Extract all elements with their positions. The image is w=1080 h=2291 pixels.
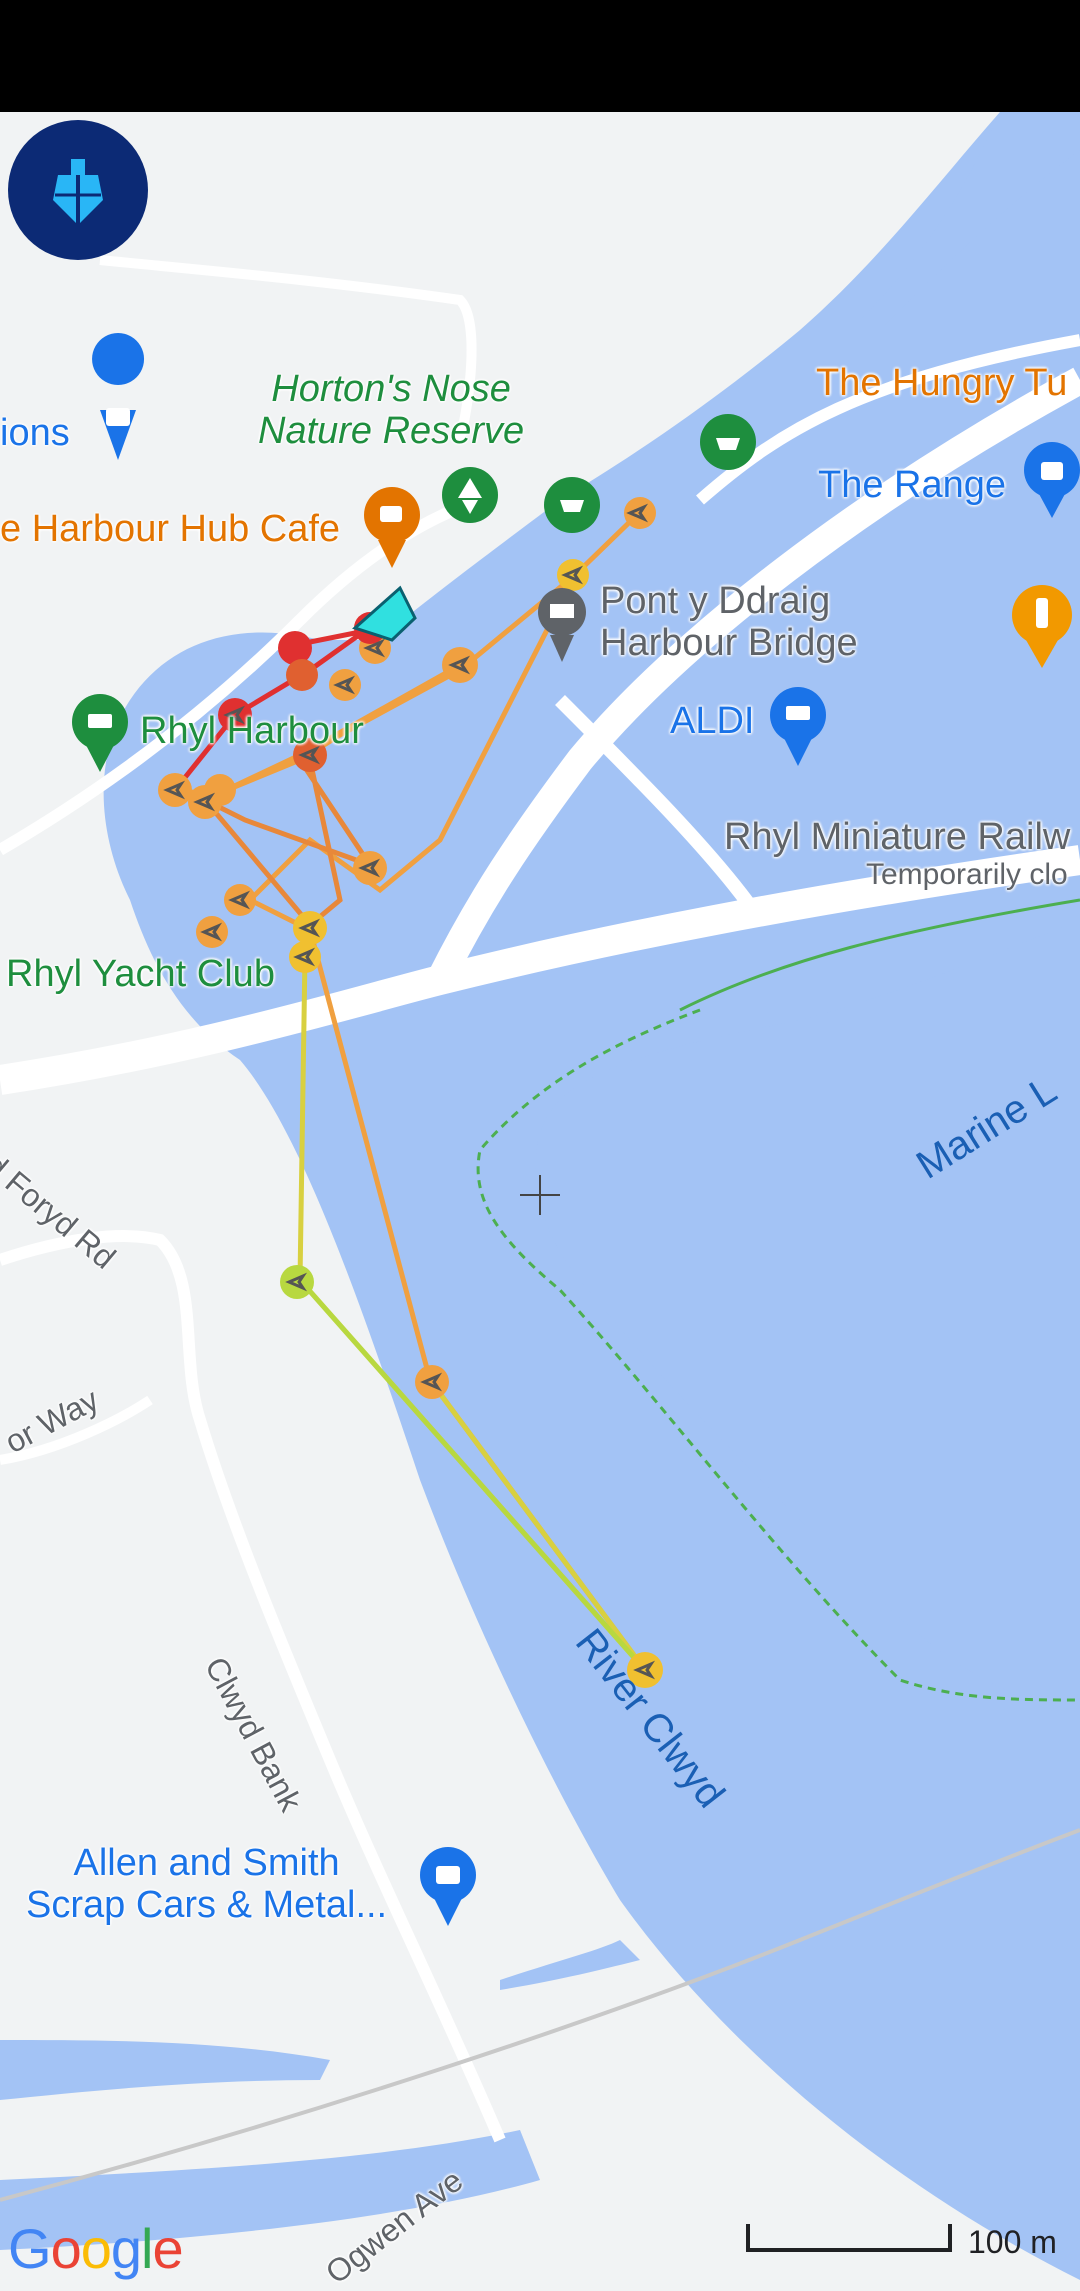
status-bar bbox=[0, 0, 1080, 112]
harbour-hub-label: e Harbour Hub Cafe bbox=[0, 508, 341, 550]
the-range-label: The Range bbox=[818, 464, 1007, 506]
shopping-bag-icon bbox=[92, 333, 145, 460]
nature-reserve-label: Horton's Nose Nature Reserve bbox=[258, 368, 525, 452]
temporarily-closed-label: Temporarily clo bbox=[866, 858, 1068, 891]
rhyl-miniature-label: Rhyl Miniature Railw bbox=[724, 816, 1071, 858]
ferry-icon bbox=[544, 477, 600, 533]
estuary-water-3 bbox=[500, 1940, 640, 1990]
scale-bar bbox=[746, 2224, 952, 2252]
map-canvas[interactable] bbox=[0, 112, 1080, 2280]
track-point bbox=[286, 659, 318, 691]
track-point bbox=[293, 911, 327, 945]
shopping-bag-icon bbox=[420, 1847, 476, 1926]
ferry-icon bbox=[700, 414, 756, 470]
track-point bbox=[280, 1265, 314, 1299]
hungry-tummy-label: The Hungry Tu bbox=[816, 362, 1068, 404]
rhyl-harbour-label: Rhyl Harbour bbox=[140, 710, 364, 752]
aldi-label: ALDI bbox=[670, 700, 755, 742]
rhyl-yacht-label: Rhyl Yacht Club bbox=[6, 953, 275, 995]
app-logo-ship-icon bbox=[53, 159, 103, 225]
scale-label: 100 m bbox=[968, 2224, 1057, 2260]
track-point bbox=[442, 647, 478, 683]
ions-label: ions bbox=[0, 412, 70, 454]
track-point bbox=[415, 1365, 449, 1399]
allen-smith-label: Allen and Smith Scrap Cars & Metal... bbox=[26, 1842, 388, 1926]
app-logo-button[interactable] bbox=[8, 120, 148, 260]
google-logo: Google bbox=[8, 2217, 184, 2280]
map-view[interactable]: Horton's Nose Nature Reserve The Hungry … bbox=[0, 112, 1080, 2291]
park-icon bbox=[442, 467, 498, 523]
estuary-water bbox=[0, 2040, 330, 2100]
track-point bbox=[353, 851, 387, 885]
track-point bbox=[158, 773, 192, 807]
pont-bridge-label: Pont y Ddraig Harbour Bridge bbox=[600, 580, 858, 664]
